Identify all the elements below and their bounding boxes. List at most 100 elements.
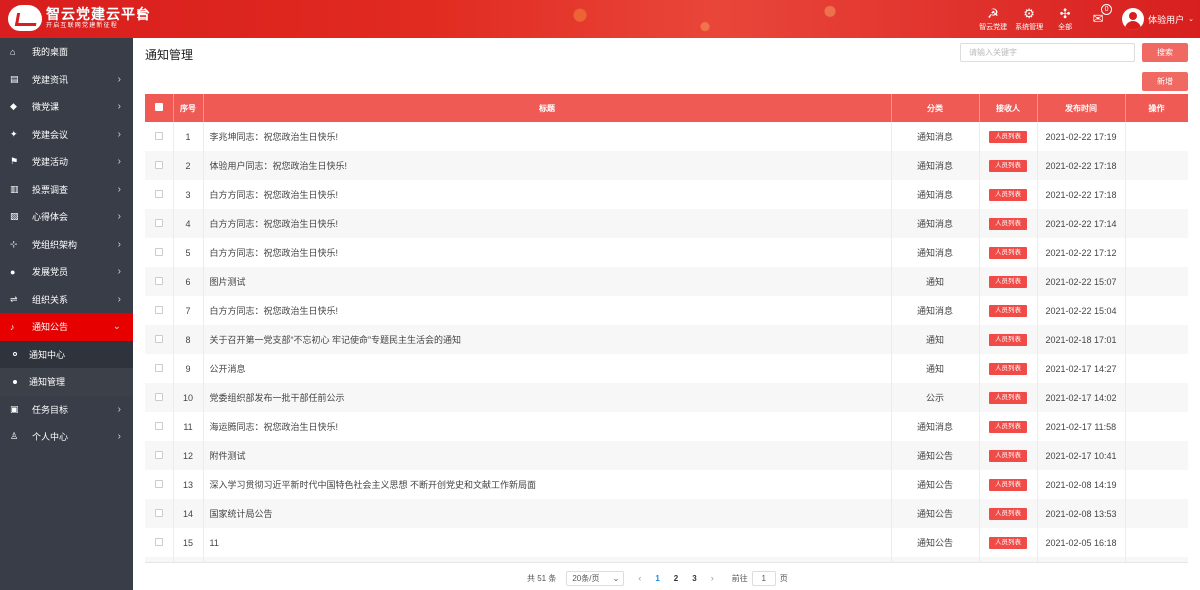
- table-row: 11 海运腾同志：祝您政治生日快乐! 通知消息 人员列表 2021-02-17 …: [145, 412, 1188, 441]
- row-checkbox[interactable]: [145, 296, 174, 325]
- app-logo[interactable]: 智云党建云平台 开启互联网党建新征程: [8, 5, 151, 31]
- receiver-list-button[interactable]: 人员列表: [989, 247, 1027, 259]
- row-checkbox[interactable]: [145, 122, 174, 151]
- receiver-list-button[interactable]: 人员列表: [989, 392, 1027, 404]
- receiver-list-button[interactable]: 人员列表: [989, 421, 1027, 433]
- sidebar-item-notices[interactable]: ♪ 通知公告 ⌄: [0, 313, 133, 341]
- receiver-list-button[interactable]: 人员列表: [989, 189, 1027, 201]
- sidebar-item-micro-course[interactable]: ◆ 微党课 ›: [0, 93, 133, 121]
- prev-page-button[interactable]: ‹: [638, 573, 641, 583]
- app-subtitle: 开启互联网党建新征程: [46, 23, 119, 29]
- cell-action: [1125, 151, 1188, 180]
- sidebar-item-label: 党建资讯: [32, 74, 69, 85]
- page-number[interactable]: 1: [655, 574, 659, 583]
- add-button[interactable]: 新增: [1142, 72, 1188, 91]
- sidebar-item-label: 通知中心: [29, 349, 66, 360]
- transfer-icon: ⇌: [10, 293, 18, 304]
- row-checkbox[interactable]: [145, 499, 174, 528]
- person-icon: ♙: [10, 431, 19, 442]
- sidebar-item-organization[interactable]: ⊹ 党组织架构 ›: [0, 231, 133, 259]
- cell-index: 7: [173, 296, 204, 325]
- home-icon: ⌂: [10, 46, 16, 57]
- cell-receiver: 人员列表: [979, 267, 1038, 296]
- sidebar-item-meetings[interactable]: ✦ 党建会议 ›: [0, 121, 133, 149]
- cell-receiver: 人员列表: [979, 499, 1038, 528]
- row-checkbox[interactable]: [145, 180, 174, 209]
- row-checkbox[interactable]: [145, 325, 174, 354]
- receiver-list-button[interactable]: 人员列表: [989, 450, 1027, 462]
- chevron-right-icon: ›: [117, 101, 121, 113]
- row-checkbox[interactable]: [145, 528, 174, 557]
- cell-receiver: 人员列表: [979, 441, 1038, 470]
- page-number[interactable]: 2: [674, 574, 678, 583]
- row-checkbox[interactable]: [145, 267, 174, 296]
- sidebar-subitem-notice-center[interactable]: 通知中心: [0, 340, 133, 368]
- row-checkbox[interactable]: [145, 209, 174, 238]
- cell-index: 4: [173, 209, 204, 238]
- row-checkbox[interactable]: [145, 354, 174, 383]
- sidebar-item-tasks[interactable]: ▣ 任务目标 ›: [0, 396, 133, 424]
- row-checkbox[interactable]: [145, 470, 174, 499]
- receiver-list-button[interactable]: 人员列表: [989, 508, 1027, 520]
- sidebar-item-relations[interactable]: ⇌ 组织关系 ›: [0, 286, 133, 314]
- row-checkbox[interactable]: [145, 412, 174, 441]
- receiver-list-button[interactable]: 人员列表: [989, 537, 1027, 549]
- cell-index: 14: [173, 499, 204, 528]
- receiver-list-button[interactable]: 人员列表: [989, 479, 1027, 491]
- tool-all-apps[interactable]: ✣ 全部: [1048, 0, 1082, 38]
- chevron-right-icon: ›: [117, 211, 121, 223]
- sidebar-subitem-notice-management[interactable]: 通知管理: [0, 368, 133, 396]
- receiver-list-button[interactable]: 人员列表: [989, 334, 1027, 346]
- cell-title: 11: [203, 528, 892, 557]
- cell-time: [1037, 557, 1126, 562]
- course-icon: ◆: [10, 101, 17, 112]
- sidebar-item-personal[interactable]: ♙ 个人中心 ›: [0, 423, 133, 451]
- sidebar-item-label: 党建会议: [32, 129, 69, 140]
- sidebar-item-activities[interactable]: ⚑ 党建活动 ›: [0, 148, 133, 176]
- column-header-category: 分类: [891, 94, 980, 122]
- page-size-select[interactable]: 20条/页 ⌄: [566, 570, 625, 586]
- flag-icon: ⚑: [10, 156, 19, 167]
- cell-category: 通知公告: [891, 470, 980, 499]
- sidebar-item-experiences[interactable]: ▧ 心得体会 ›: [0, 203, 133, 231]
- column-header-title: 标题: [203, 94, 892, 122]
- cell-category: 通知消息: [891, 296, 980, 325]
- page-number[interactable]: 3: [692, 574, 696, 583]
- select-all-checkbox[interactable]: [145, 94, 174, 122]
- receiver-list-button[interactable]: 人员列表: [989, 218, 1027, 230]
- sidebar-item-voting[interactable]: ▥ 投票调查 ›: [0, 176, 133, 204]
- receiver-list-button[interactable]: 人员列表: [989, 160, 1027, 172]
- sidebar-item-desktop[interactable]: ⌂ 我的桌面: [0, 38, 133, 66]
- table-row: 15 11 通知公告 人员列表 2021-02-05 16:18: [145, 528, 1188, 557]
- receiver-list-button[interactable]: 人员列表: [989, 276, 1027, 288]
- sidebar-item-members[interactable]: ● 发展党员 ›: [0, 258, 133, 286]
- receiver-list-button[interactable]: 人员列表: [989, 131, 1027, 143]
- sidebar-item-news[interactable]: ▤ 党建资讯 ›: [0, 66, 133, 94]
- user-menu[interactable]: 体验用户 ⌄: [1122, 8, 1194, 30]
- cell-category: 通知消息: [891, 151, 980, 180]
- row-checkbox[interactable]: [145, 557, 174, 562]
- row-checkbox[interactable]: [145, 238, 174, 267]
- row-checkbox[interactable]: [145, 383, 174, 412]
- chart-icon: ▥: [10, 183, 19, 194]
- search-button[interactable]: 搜索: [1142, 43, 1188, 62]
- pagination: 共 51 条 20条/页 ⌄ ‹ 1 2 3 › 前往 1 页: [527, 570, 788, 586]
- goto-page-input[interactable]: 1: [751, 570, 776, 586]
- next-page-button[interactable]: ›: [711, 573, 714, 583]
- row-checkbox[interactable]: [145, 441, 174, 470]
- tool-party-building[interactable]: ☭ 智云党建: [976, 0, 1010, 38]
- row-checkbox[interactable]: [145, 151, 174, 180]
- cell-receiver: 人员列表: [979, 122, 1038, 151]
- tool-system-settings[interactable]: ⚙ 系统管理: [1012, 0, 1046, 38]
- mail-button[interactable]: ✉ 0: [1084, 0, 1113, 38]
- column-header-action: 操作: [1125, 94, 1188, 122]
- cell-receiver: 人员列表: [979, 151, 1038, 180]
- menu-toggle-icon[interactable]: ☰: [136, 7, 147, 21]
- receiver-list-button[interactable]: 人员列表: [989, 363, 1027, 375]
- table-row: [145, 557, 1188, 562]
- cell-category: 通知消息: [891, 238, 980, 267]
- search-input[interactable]: [960, 43, 1135, 62]
- cell-receiver: 人员列表: [979, 325, 1038, 354]
- receiver-list-button[interactable]: 人员列表: [989, 305, 1027, 317]
- table-row: 13 深入学习贯彻习近平新时代中国特色社会主义思想 不断开创党史和文献工作新局面…: [145, 470, 1188, 499]
